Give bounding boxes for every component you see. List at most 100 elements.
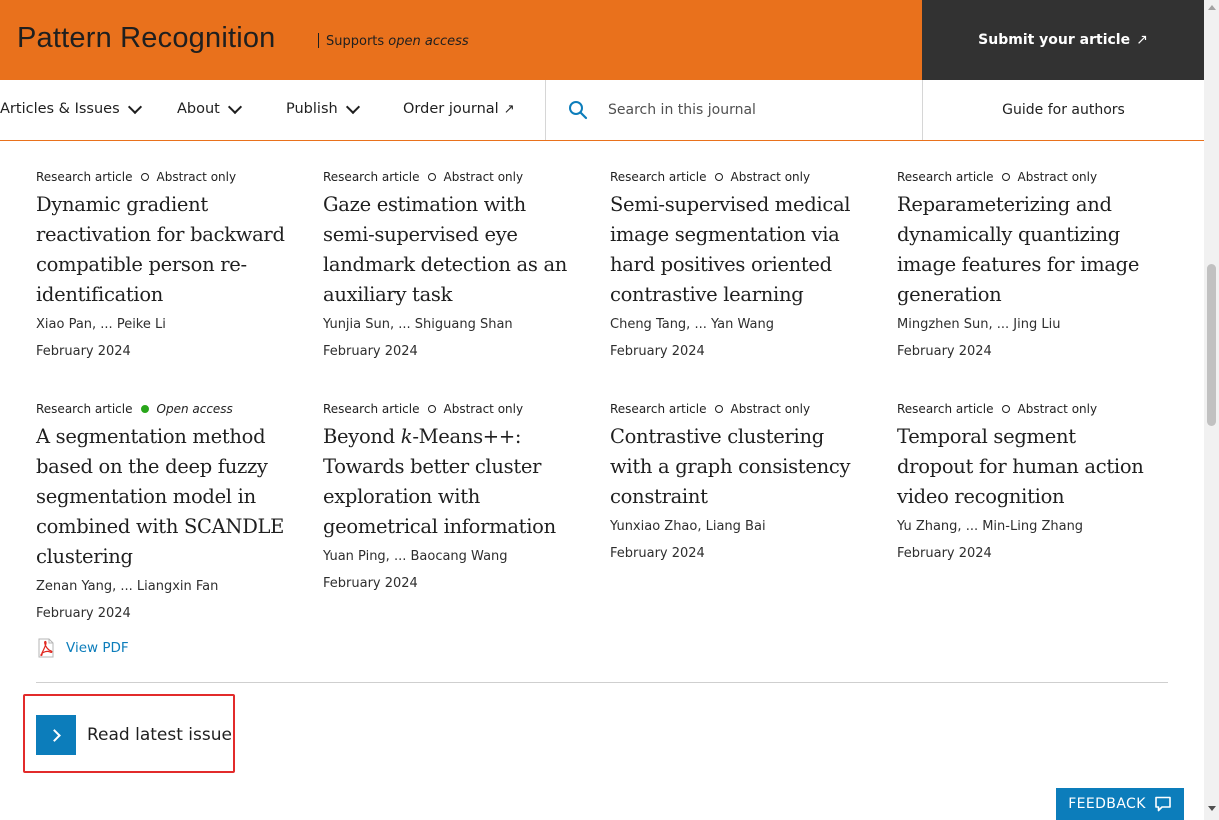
open-access-emphasis: open access bbox=[388, 34, 469, 49]
article-title-prefix: Beyond bbox=[323, 425, 401, 448]
article-authors: Yunxiao Zhao, Liang Bai bbox=[610, 519, 766, 534]
chevron-right-button bbox=[36, 715, 76, 755]
scroll-down-arrow-icon[interactable] bbox=[1208, 806, 1216, 811]
article-authors: Xiao Pan, ... Peike Li bbox=[36, 317, 166, 332]
chevron-down-icon bbox=[127, 99, 142, 114]
article-date: February 2024 bbox=[610, 546, 705, 561]
search-input[interactable] bbox=[608, 102, 908, 118]
article-title[interactable]: Contrastive clustering with a graph cons… bbox=[610, 422, 860, 512]
access-status: Abstract only bbox=[730, 402, 811, 416]
nav-articles-issues-label: Articles & Issues bbox=[0, 101, 120, 117]
access-status: Abstract only bbox=[1017, 402, 1098, 416]
article-type: Research article bbox=[610, 170, 707, 184]
access-status: Open access bbox=[156, 402, 233, 416]
article-type: Research article bbox=[323, 170, 420, 184]
view-pdf-link[interactable]: View PDF bbox=[36, 638, 286, 658]
page-scrollbar[interactable] bbox=[1204, 0, 1219, 820]
nav-articles-issues[interactable]: Articles & Issues bbox=[0, 99, 142, 117]
arrow-up-right-icon: ↗ bbox=[503, 101, 515, 117]
article-type: Research article bbox=[36, 402, 133, 416]
article-title[interactable]: Gaze estimation with semi-supervised eye… bbox=[323, 190, 573, 310]
section-divider bbox=[36, 682, 1168, 683]
article-date: February 2024 bbox=[323, 576, 418, 591]
article-title[interactable]: Semi-supervised medical image segmentati… bbox=[610, 190, 860, 310]
article-date: February 2024 bbox=[897, 344, 992, 359]
read-latest-issue-label: Read latest issue bbox=[87, 725, 232, 745]
article-title[interactable]: Temporal segment dropout for human actio… bbox=[897, 422, 1147, 512]
article-date: February 2024 bbox=[36, 344, 131, 359]
article-meta: Research article Abstract only bbox=[323, 170, 573, 184]
article-title-italic: k bbox=[400, 425, 413, 448]
article-authors: Zenan Yang, ... Liangxin Fan bbox=[36, 579, 219, 594]
article-title[interactable]: Dynamic gradient reactivation for backwa… bbox=[36, 190, 286, 310]
banner-divider bbox=[318, 33, 319, 48]
feedback-button[interactable]: FEEDBACK bbox=[1056, 788, 1184, 820]
scroll-up-arrow-icon[interactable] bbox=[1208, 5, 1216, 10]
article-authors: Yu Zhang, ... Min-Ling Zhang bbox=[897, 519, 1084, 534]
article-type: Research article bbox=[897, 170, 994, 184]
open-access-dot-icon bbox=[140, 405, 149, 413]
access-dot-icon bbox=[140, 173, 149, 181]
article-meta: Research article Abstract only bbox=[610, 170, 860, 184]
journal-nav: Articles & Issues About Publish Order jo… bbox=[0, 80, 1204, 141]
access-status: Abstract only bbox=[443, 402, 524, 416]
article-authors: Yuan Ping, ... Baocang Wang bbox=[323, 549, 508, 564]
article-meta: Research article Abstract only bbox=[897, 402, 1147, 416]
view-pdf-label: View PDF bbox=[66, 640, 129, 656]
nav-menu: Articles & Issues About Publish Order jo… bbox=[0, 80, 545, 140]
access-status: Abstract only bbox=[443, 170, 524, 184]
article-type: Research article bbox=[897, 402, 994, 416]
article-card: Research article Abstract only Semi-supe… bbox=[610, 170, 860, 361]
article-card: Research article Open access A segmentat… bbox=[36, 402, 286, 658]
access-dot-icon bbox=[1001, 173, 1010, 181]
article-title[interactable]: A segmentation method based on the deep … bbox=[36, 422, 286, 572]
chevron-right-icon bbox=[47, 728, 61, 742]
article-title[interactable]: Reparameterizing and dynamically quantiz… bbox=[897, 190, 1147, 310]
access-dot-icon bbox=[427, 405, 436, 413]
article-meta: Research article Abstract only bbox=[897, 170, 1147, 184]
journal-title[interactable]: Pattern Recognition bbox=[17, 22, 276, 55]
article-type: Research article bbox=[610, 402, 707, 416]
open-access-prefix: Supports bbox=[326, 34, 389, 49]
submit-article-button[interactable]: Submit your article ↗ bbox=[922, 0, 1204, 80]
article-date: February 2024 bbox=[323, 344, 418, 359]
article-meta: Research article Abstract only bbox=[323, 402, 573, 416]
article-title[interactable]: Beyond k-Means++: Towards better cluster… bbox=[323, 422, 573, 542]
article-meta: Research article Abstract only bbox=[610, 402, 860, 416]
article-authors: Cheng Tang, ... Yan Wang bbox=[610, 317, 774, 332]
access-status: Abstract only bbox=[1017, 170, 1098, 184]
nav-order-journal[interactable]: Order journal ↗ bbox=[403, 101, 515, 117]
article-type: Research article bbox=[36, 170, 133, 184]
article-card: Research article Abstract only Beyond k-… bbox=[323, 402, 573, 593]
article-card: Research article Abstract only Gaze esti… bbox=[323, 170, 573, 361]
nav-publish[interactable]: Publish bbox=[286, 99, 360, 117]
article-date: February 2024 bbox=[897, 546, 992, 561]
access-dot-icon bbox=[714, 405, 723, 413]
nav-order-journal-label: Order journal bbox=[403, 101, 499, 117]
open-access-note: Supports open access bbox=[326, 34, 469, 49]
article-authors: Yunjia Sun, ... Shiguang Shan bbox=[323, 317, 513, 332]
search-icon[interactable] bbox=[568, 100, 588, 120]
article-authors: Mingzhen Sun, ... Jing Liu bbox=[897, 317, 1061, 332]
top-bar: Pattern Recognition Supports open access… bbox=[0, 0, 1204, 80]
article-meta: Research article Open access bbox=[36, 402, 286, 416]
scrollbar-thumb[interactable] bbox=[1207, 264, 1216, 426]
journal-search bbox=[545, 80, 923, 140]
article-date: February 2024 bbox=[610, 344, 705, 359]
read-latest-issue-button[interactable]: Read latest issue bbox=[36, 715, 232, 755]
access-dot-icon bbox=[427, 173, 436, 181]
nav-about-label: About bbox=[177, 101, 220, 117]
nav-about[interactable]: About bbox=[177, 99, 242, 117]
speech-bubble-icon bbox=[1155, 796, 1171, 812]
access-dot-icon bbox=[714, 173, 723, 181]
submit-article-label: Submit your article bbox=[978, 32, 1131, 48]
pdf-icon bbox=[38, 638, 54, 658]
article-card: Research article Abstract only Dynamic g… bbox=[36, 170, 286, 361]
article-card: Research article Abstract only Reparamet… bbox=[897, 170, 1147, 361]
article-date: February 2024 bbox=[36, 606, 131, 621]
guide-for-authors-link[interactable]: Guide for authors bbox=[923, 80, 1204, 140]
nav-publish-label: Publish bbox=[286, 101, 338, 117]
chevron-down-icon bbox=[345, 99, 360, 114]
article-card: Research article Abstract only Contrasti… bbox=[610, 402, 860, 563]
access-dot-icon bbox=[1001, 405, 1010, 413]
